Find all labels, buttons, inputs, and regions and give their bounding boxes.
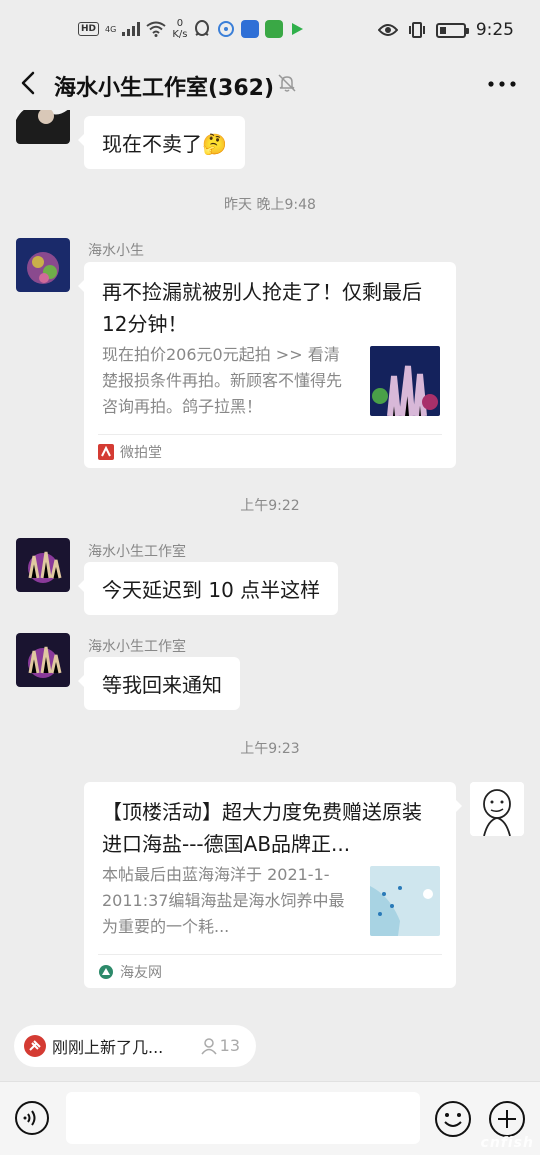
- net-speed: 0 K/s: [172, 18, 187, 40]
- timestamp: 昨天 晚上9:48: [224, 197, 316, 213]
- pinned-count-value: 13: [219, 1036, 240, 1055]
- card-source: 微拍堂: [98, 434, 442, 468]
- card-source-name: 海友网: [120, 964, 162, 981]
- card-source: 海友网: [98, 954, 442, 988]
- back-chevron-icon[interactable]: [14, 68, 44, 98]
- avatar[interactable]: [16, 238, 70, 292]
- message-text: 现在不卖了🤔: [102, 132, 227, 156]
- emoji-icon[interactable]: [434, 1100, 472, 1138]
- card-description: 现在拍价206元0元起拍 >> 看清楚报损条件再拍。新顾客不懂得先咨询再拍。鸽子…: [102, 345, 343, 416]
- pinned-notice[interactable]: 刚刚上新了几... 13: [14, 1025, 256, 1067]
- message-text: 今天延迟到 10 点半这样: [102, 578, 321, 602]
- card-thumbnail: [370, 346, 440, 416]
- input-bar: cnfish: [0, 1081, 540, 1155]
- play-icon: [292, 23, 304, 35]
- more-dots-icon[interactable]: [486, 72, 518, 96]
- card-description: 本帖最后由蓝海海洋于 2021-1-2011:37编辑海盐是海水饲养中最为重要的…: [102, 865, 345, 936]
- person-icon: [201, 1037, 217, 1054]
- network-type: 4G: [105, 24, 117, 34]
- pinned-text: 刚刚上新了几...: [52, 1038, 164, 1057]
- sender-name: 海水小生工作室: [88, 639, 186, 655]
- message-bubble[interactable]: 今天延迟到 10 点半这样: [77, 562, 339, 615]
- sender-name: 海水小生: [88, 243, 144, 259]
- avatar[interactable]: [16, 633, 70, 687]
- voice-icon[interactable]: [14, 1100, 50, 1136]
- mute-bell-icon: [278, 74, 296, 92]
- page-title: 海水小生工作室(362): [54, 76, 275, 101]
- avatar[interactable]: [16, 538, 70, 592]
- clock: 9:25: [475, 20, 514, 40]
- timestamp: 上午9:22: [240, 498, 300, 514]
- chat-app-icon: [218, 21, 235, 37]
- app-icon-blue: [241, 20, 260, 38]
- message-bubble[interactable]: 现在不卖了🤔: [78, 116, 245, 169]
- message-input[interactable]: [66, 1092, 420, 1144]
- qq-icon: [195, 20, 210, 36]
- haiyou-icon: [99, 964, 113, 979]
- link-card[interactable]: 再不捡漏就被别人抢走了！仅剩最后12分钟！ 现在拍价206元0元起拍 >> 看清…: [78, 262, 456, 468]
- sender-name: 海水小生工作室: [88, 544, 186, 560]
- pinned-count: 13: [200, 1036, 240, 1055]
- avatar[interactable]: [470, 782, 524, 836]
- eye-icon: [377, 24, 398, 36]
- signal-icon: [122, 22, 141, 36]
- weipaitang-icon: [98, 443, 114, 460]
- hd-badge: HD: [78, 22, 100, 36]
- status-right: 9:25: [377, 20, 514, 40]
- battery-level: [439, 26, 446, 34]
- auction-icon: [24, 1035, 46, 1057]
- net-speed-unit: K/s: [172, 29, 188, 40]
- wifi-icon: [146, 21, 166, 37]
- card-thumbnail: [370, 866, 440, 936]
- watermark: cnfish: [480, 1135, 534, 1151]
- chat-area[interactable]: 现在不卖了🤔 昨天 晚上9:48 海水小生 再不捡漏就被别人抢走了！仅剩最后12…: [0, 110, 540, 1015]
- message-text: 等我回来通知: [102, 673, 222, 697]
- card-title: 【顶楼活动】超大力度免费赠送原装进口海盐---德国AB品牌正...: [102, 800, 422, 856]
- battery-icon: [435, 22, 469, 38]
- timestamp: 上午9:23: [240, 741, 300, 757]
- message-bubble[interactable]: 等我回来通知: [78, 657, 240, 710]
- link-card[interactable]: 【顶楼活动】超大力度免费赠送原装进口海盐---德国AB品牌正... 本帖最后由蓝…: [84, 782, 462, 988]
- card-title: 再不捡漏就被别人抢走了！仅剩最后12分钟！: [102, 280, 422, 336]
- status-bar: HD 4G 0 K/s 9:25: [0, 0, 540, 58]
- card-source-name: 微拍堂: [120, 444, 162, 461]
- avatar[interactable]: [16, 110, 70, 144]
- status-left: HD 4G 0 K/s: [78, 18, 305, 40]
- plus-icon[interactable]: [488, 1100, 526, 1138]
- chat-header: 海水小生工作室(362): [0, 58, 540, 110]
- net-speed-value: 0: [176, 18, 184, 29]
- vibrate-icon: [408, 22, 425, 38]
- app-icon-green: [265, 20, 284, 38]
